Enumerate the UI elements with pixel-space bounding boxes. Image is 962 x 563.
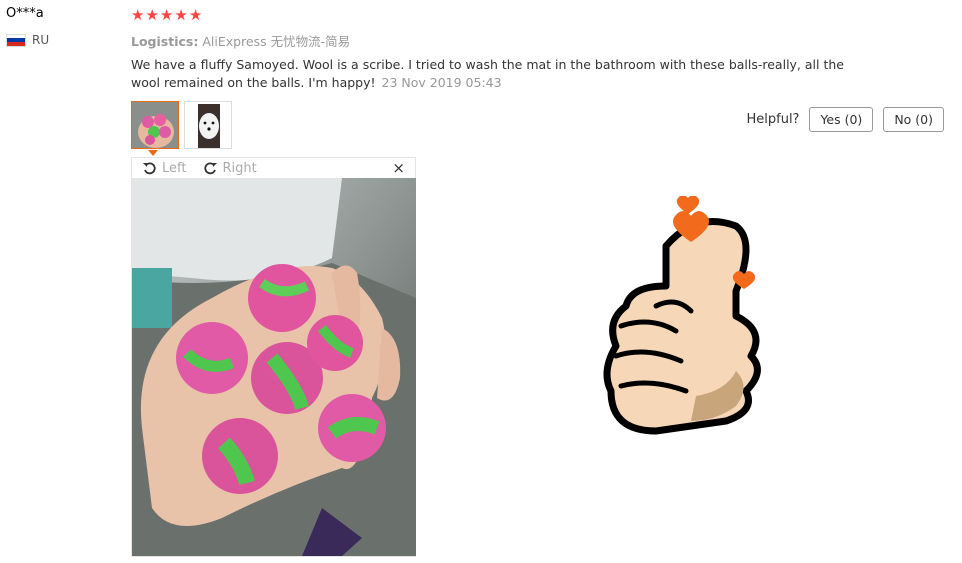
rotate-left-label: Left bbox=[162, 160, 187, 176]
helpful-section: Helpful? Yes (0) No (0) bbox=[746, 107, 944, 132]
viewer-toolbar: Left Right × bbox=[132, 158, 415, 178]
review-photo bbox=[132, 178, 416, 556]
helpful-yes-button[interactable]: Yes (0) bbox=[809, 107, 874, 132]
close-viewer-button[interactable]: × bbox=[392, 158, 405, 178]
thumbnail-dog[interactable] bbox=[184, 101, 232, 149]
review-thumbnails bbox=[131, 101, 232, 149]
reviewer-country: RU bbox=[6, 33, 49, 47]
country-code: RU bbox=[32, 33, 50, 47]
review-text-block: We have a fluffy Samoyed. Wool is a scri… bbox=[131, 56, 861, 92]
logistics-label: Logistics: bbox=[131, 34, 199, 49]
selected-thumb-indicator bbox=[148, 150, 158, 156]
rotate-right-icon bbox=[204, 162, 218, 175]
star-icon: ★ bbox=[131, 6, 145, 24]
rotate-right-label: Right bbox=[222, 160, 257, 176]
russia-flag-icon bbox=[6, 33, 26, 47]
star-icon: ★ bbox=[145, 6, 159, 24]
helpful-label: Helpful? bbox=[746, 112, 800, 127]
review-date: 23 Nov 2019 05:43 bbox=[381, 75, 502, 90]
star-icon: ★ bbox=[174, 6, 188, 24]
image-viewer: Left Right × bbox=[131, 157, 416, 557]
logistics-value: AliExpress 无忧物流-简易 bbox=[202, 34, 351, 49]
helpful-no-button[interactable]: No (0) bbox=[883, 107, 944, 132]
rotate-left-icon bbox=[143, 162, 156, 175]
reviewer-name: O***a bbox=[6, 6, 44, 21]
rotate-right-button[interactable]: Right bbox=[202, 160, 257, 176]
star-icon: ★ bbox=[188, 6, 203, 24]
thumbs-up-sticker bbox=[603, 196, 761, 435]
logistics-info: Logistics: AliExpress 无忧物流-简易 bbox=[131, 31, 350, 50]
thumbnail-balls[interactable] bbox=[131, 101, 179, 149]
star-icon: ★ bbox=[159, 6, 174, 24]
rotate-left-button[interactable]: Left bbox=[142, 160, 186, 176]
star-rating: ★ ★ ★ ★ ★ bbox=[131, 6, 202, 24]
